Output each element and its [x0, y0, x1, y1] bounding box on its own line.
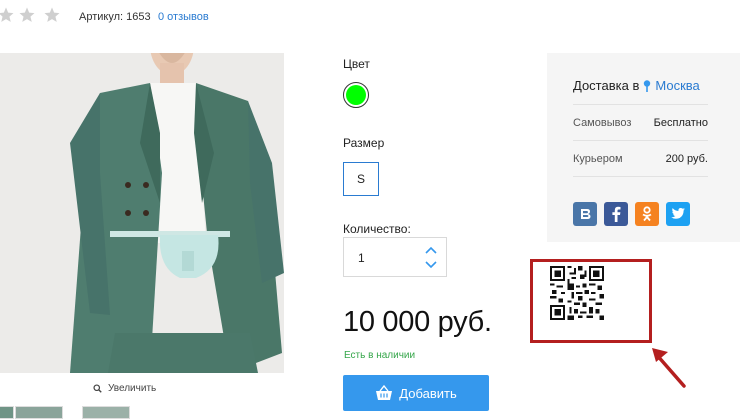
zoom-link[interactable]: Увеличить [93, 383, 156, 394]
location-pin-icon [644, 79, 651, 92]
color-label: Цвет [343, 57, 370, 71]
delivery-price: Бесплатно [653, 117, 708, 129]
price: 10 000 руб. [343, 306, 492, 338]
color-dot [346, 85, 366, 105]
add-button-label: Добавить [399, 385, 457, 401]
size-label: Размер [343, 136, 385, 150]
product-image[interactable] [0, 53, 284, 373]
stock-status: Есть в наличии [344, 350, 416, 361]
delivery-city-link[interactable]: Москва [655, 78, 699, 93]
gallery-thumbnail[interactable] [82, 406, 130, 419]
magnifier-icon [93, 384, 102, 393]
gallery-thumbnail[interactable] [0, 406, 14, 419]
divider [573, 176, 708, 177]
delivery-price: 200 руб. [665, 153, 708, 165]
arrow-icon [652, 348, 686, 388]
color-swatch[interactable] [343, 82, 369, 108]
quantity-label: Количество: [343, 222, 411, 236]
size-option[interactable]: S [343, 162, 379, 196]
star-icon[interactable] [18, 6, 36, 24]
zoom-label: Увеличить [108, 383, 157, 394]
gallery-thumbnail[interactable] [15, 406, 63, 419]
quantity-value[interactable]: 1 [358, 251, 365, 265]
quantity-stepper[interactable]: 1 [343, 237, 447, 277]
add-to-cart-button[interactable]: Добавить [343, 375, 489, 411]
sku: Артикул: 1653 [79, 11, 151, 23]
chevron-up-icon[interactable] [424, 245, 438, 255]
facebook-icon[interactable] [604, 202, 628, 226]
delivery-row-courier: Курьером 200 руб. [573, 153, 708, 165]
star-icon[interactable] [43, 6, 61, 24]
twitter-icon[interactable] [666, 202, 690, 226]
delivery-row-pickup: Самовывоз Бесплатно [573, 117, 708, 129]
divider [573, 140, 708, 141]
delivery-method: Самовывоз [573, 117, 632, 129]
delivery-title: Доставка в Москва [573, 78, 700, 93]
chevron-down-icon[interactable] [424, 260, 438, 270]
odnoklassniki-icon[interactable] [635, 202, 659, 226]
divider [573, 104, 708, 105]
reviews-link[interactable]: 0 отзывов [158, 11, 209, 23]
delivery-title-text: Доставка в [573, 78, 640, 93]
delivery-method: Курьером [573, 153, 623, 165]
vk-icon[interactable] [573, 202, 597, 226]
basket-icon [376, 385, 393, 400]
star-icon[interactable] [0, 6, 15, 24]
delivery-panel: Доставка в Москва Самовывоз Бесплатно Ку… [547, 53, 740, 242]
qr-code[interactable] [550, 266, 604, 320]
